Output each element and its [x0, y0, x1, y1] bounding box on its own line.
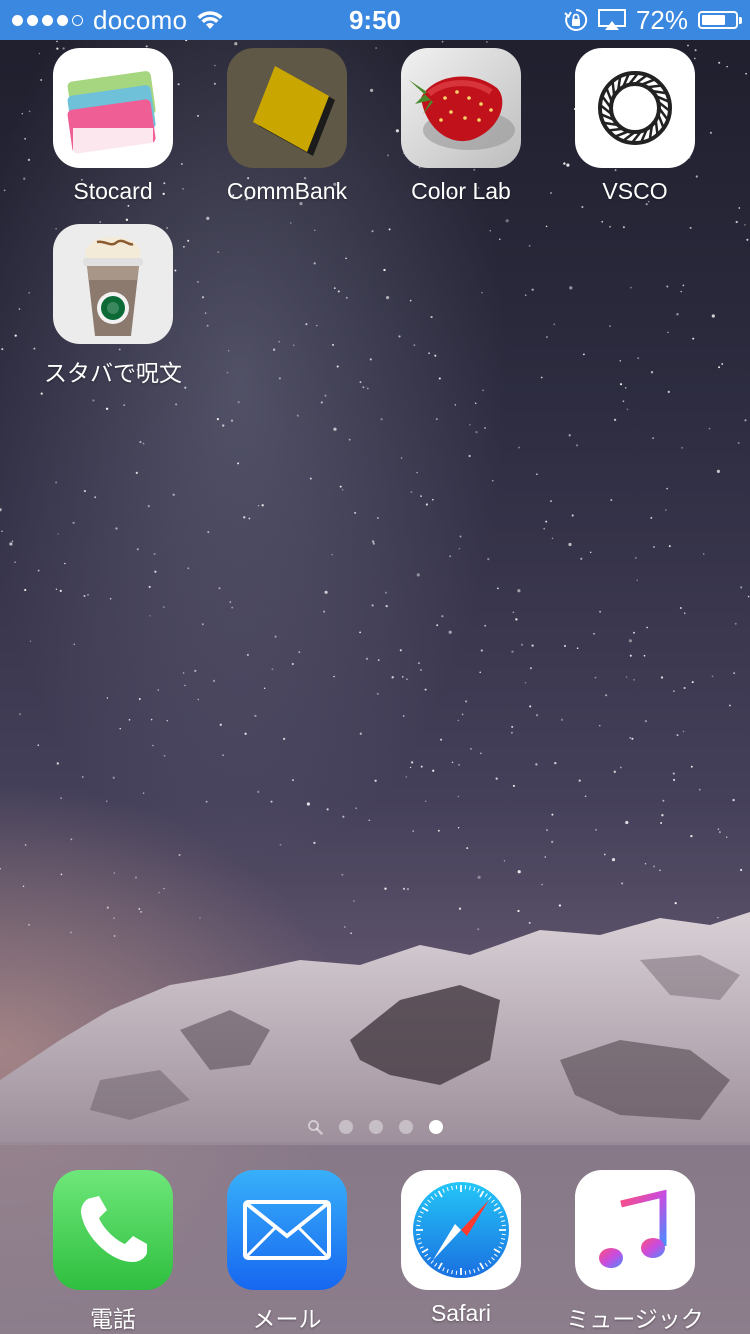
- app-vsco[interactable]: VSCO: [548, 48, 722, 205]
- app-stocard[interactable]: Stocard: [26, 48, 200, 205]
- colorlab-icon: [401, 48, 521, 168]
- dock-app-safari[interactable]: Safari: [374, 1170, 548, 1327]
- page-dot[interactable]: [429, 1120, 443, 1134]
- page-dot[interactable]: [399, 1120, 413, 1134]
- page-dot[interactable]: [369, 1120, 383, 1134]
- dock-app-phone[interactable]: 電話: [26, 1170, 200, 1334]
- stocard-icon: [53, 48, 173, 168]
- app-commbank[interactable]: CommBank: [200, 48, 374, 205]
- app-label: VSCO: [602, 178, 668, 204]
- signal-dot: [72, 14, 83, 26]
- music-icon: [575, 1170, 695, 1290]
- mail-icon: [227, 1170, 347, 1290]
- airplay-icon: [597, 9, 626, 30]
- app-label: メール: [252, 1306, 322, 1332]
- signal-dot: [57, 14, 68, 26]
- app-label: Safari: [430, 1300, 492, 1326]
- spotlight-search-icon[interactable]: [307, 1119, 323, 1135]
- signal-dot: [42, 14, 53, 26]
- battery-icon: [698, 11, 742, 29]
- cellular-signal-icon: [12, 14, 83, 26]
- app-starbucks-spell[interactable]: スタバで呪文: [26, 224, 200, 388]
- app-label: Color Lab: [411, 178, 511, 204]
- carrier-name: docomo: [93, 4, 188, 35]
- dock-app-mail[interactable]: メール: [200, 1170, 374, 1334]
- app-label: Stocard: [73, 178, 153, 204]
- phone-icon: [53, 1170, 173, 1290]
- commbank-icon: [227, 48, 347, 168]
- app-label: 電話: [90, 1306, 136, 1332]
- safari-icon: [401, 1170, 521, 1290]
- app-label: スタバで呪文: [44, 360, 182, 386]
- dock: 電話 メール Safari ミュージック: [0, 1142, 750, 1334]
- status-bar: docomo 9:50 72%: [0, 0, 750, 40]
- app-label: ミュージック: [566, 1306, 704, 1332]
- battery-percent: 72%: [635, 4, 688, 35]
- dock-app-music[interactable]: ミュージック: [548, 1170, 722, 1334]
- page-dot[interactable]: [339, 1120, 353, 1134]
- signal-dot: [12, 14, 23, 26]
- rotation-lock-icon: [564, 8, 588, 31]
- app-color-lab[interactable]: Color Lab: [374, 48, 548, 205]
- wifi-icon: [197, 11, 223, 29]
- page-indicator[interactable]: [0, 1118, 750, 1136]
- starbucks-cup-icon: [53, 224, 173, 344]
- vsco-icon: [575, 48, 695, 168]
- signal-dot: [27, 14, 38, 26]
- app-label: CommBank: [226, 178, 348, 204]
